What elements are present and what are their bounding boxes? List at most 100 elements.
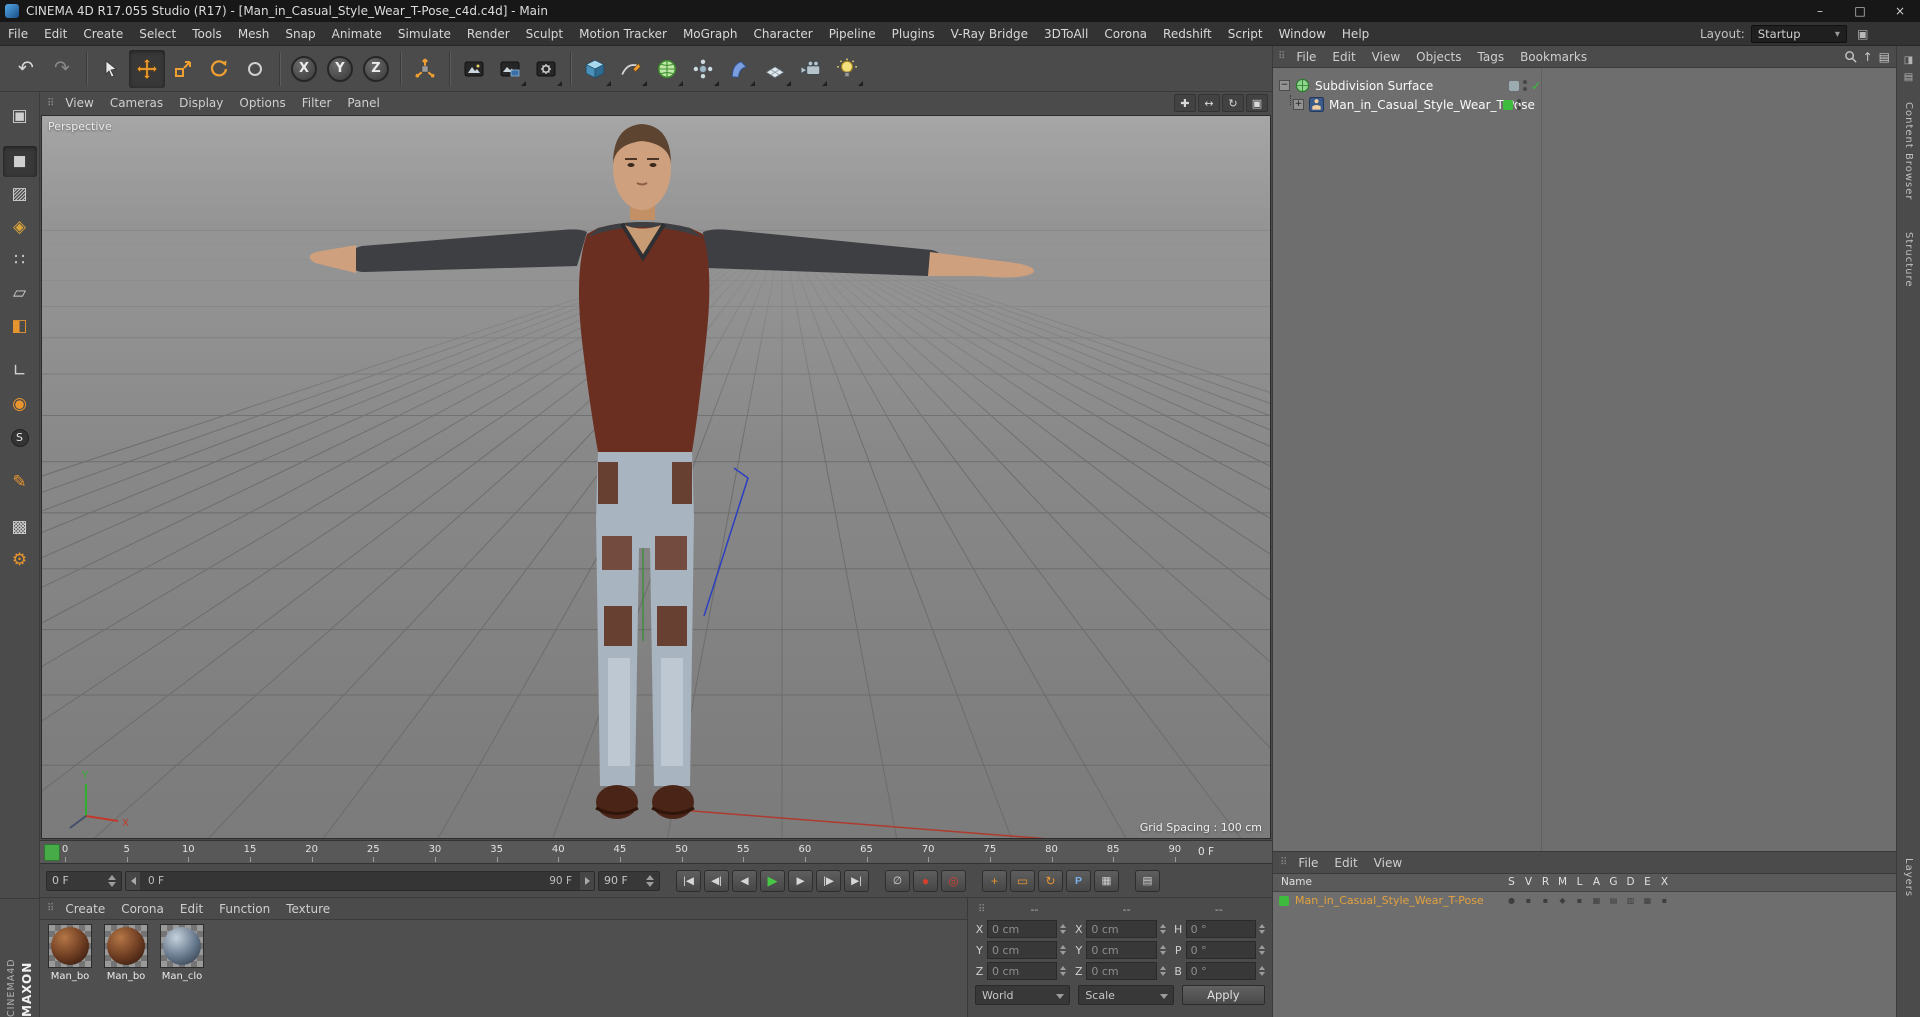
size-mode-dropdown[interactable]: Scale bbox=[1078, 985, 1174, 1005]
visibility-dots[interactable] bbox=[1517, 99, 1521, 110]
render-view-button[interactable] bbox=[456, 50, 492, 88]
apply-button[interactable]: Apply bbox=[1181, 985, 1265, 1005]
layer-color-swatch[interactable] bbox=[1279, 895, 1289, 906]
coordinate-space-dropdown[interactable]: World bbox=[975, 985, 1071, 1005]
expand-icon[interactable]: + bbox=[1293, 99, 1304, 110]
layer-menu-item[interactable]: Edit bbox=[1326, 856, 1365, 870]
menubar-item[interactable]: Sculpt bbox=[518, 22, 571, 46]
gear-button[interactable]: ⚙ bbox=[3, 545, 37, 576]
end-frame-field[interactable]: 90 F bbox=[598, 870, 660, 891]
object-manager-menu-item[interactable]: View bbox=[1364, 50, 1408, 64]
size-input[interactable]: 0 cm bbox=[1086, 962, 1157, 980]
object-tree[interactable]: − Subdivision Surface ✓ + Man_in_Casual_… bbox=[1273, 68, 1896, 851]
autokey-button[interactable]: ◎ bbox=[941, 869, 966, 892]
menubar-item[interactable]: Create bbox=[75, 22, 131, 46]
grip-icon[interactable]: ⠿ bbox=[44, 98, 57, 109]
menubar-item[interactable]: Tools bbox=[184, 22, 230, 46]
zoom-view-icon[interactable]: ↔ bbox=[1198, 94, 1220, 112]
object-manager-menu-item[interactable]: Tags bbox=[1470, 50, 1513, 64]
pan-view-icon[interactable]: ✚ bbox=[1174, 94, 1196, 112]
menubar-item[interactable]: Edit bbox=[36, 22, 75, 46]
menubar-item[interactable]: Select bbox=[131, 22, 184, 46]
points-mode-button[interactable]: ∷ bbox=[3, 245, 37, 276]
menubar-item[interactable]: Redshift bbox=[1155, 22, 1220, 46]
menubar-item[interactable]: MoGraph bbox=[675, 22, 746, 46]
spinner-icon[interactable] bbox=[1159, 966, 1166, 976]
menubar-item[interactable]: Motion Tracker bbox=[571, 22, 675, 46]
menubar-item[interactable]: Character bbox=[745, 22, 820, 46]
render-settings-button[interactable] bbox=[528, 50, 564, 88]
size-input[interactable]: 0 cm bbox=[1086, 920, 1157, 938]
layer-toggle-icon[interactable]: ▪ bbox=[1656, 896, 1673, 905]
coordinate-system-toggle[interactable] bbox=[407, 50, 443, 88]
enabled-check-icon[interactable]: ✓ bbox=[1531, 79, 1541, 93]
texture-axis-mode-button[interactable]: ◈ bbox=[3, 212, 37, 243]
layer-toggle-icon[interactable]: ▪ bbox=[1520, 896, 1537, 905]
pin-icon[interactable]: ◨ bbox=[1904, 55, 1913, 66]
menubar-item[interactable]: 3DToAll bbox=[1036, 22, 1096, 46]
rotation-input[interactable]: 0 ° bbox=[1185, 941, 1256, 959]
menubar-item[interactable]: Corona bbox=[1096, 22, 1155, 46]
menubar-item[interactable]: Render bbox=[459, 22, 518, 46]
material-menu-item[interactable]: Texture bbox=[278, 902, 338, 916]
record-parameter-toggle[interactable]: P bbox=[1066, 869, 1091, 892]
go-to-end-button[interactable]: ▶| bbox=[844, 869, 869, 892]
spinner-icon[interactable] bbox=[1258, 966, 1265, 976]
object-row-subdivision-surface[interactable]: − Subdivision Surface ✓ bbox=[1279, 76, 1541, 95]
side-tab[interactable]: Content Browser bbox=[1903, 102, 1914, 200]
close-button[interactable]: × bbox=[1880, 0, 1920, 22]
y-axis-lock-button[interactable]: Y bbox=[322, 50, 358, 88]
make-editable-button[interactable]: ▣ bbox=[3, 101, 37, 132]
record-position-toggle[interactable]: + bbox=[982, 869, 1007, 892]
redo-button[interactable]: ↷ bbox=[44, 50, 80, 88]
spinner-icon[interactable] bbox=[1060, 924, 1067, 934]
spinner-icon[interactable] bbox=[108, 874, 116, 887]
position-input[interactable]: 0 cm bbox=[987, 962, 1058, 980]
layer-menu-item[interactable]: File bbox=[1290, 856, 1326, 870]
menubar-item[interactable]: Plugins bbox=[884, 22, 943, 46]
paint-tool-button[interactable]: ✎ bbox=[3, 467, 37, 498]
object-manager-menu-item[interactable]: Objects bbox=[1408, 50, 1469, 64]
menubar-item[interactable]: Snap bbox=[277, 22, 323, 46]
viewport-menu-item[interactable]: View bbox=[57, 96, 101, 110]
subdivision-surface-menu[interactable] bbox=[649, 50, 685, 88]
go-to-start-button[interactable]: |◀ bbox=[676, 869, 701, 892]
next-key-button[interactable]: |▶ bbox=[816, 869, 841, 892]
material-item[interactable]: Man_clo bbox=[156, 924, 208, 982]
manager-layout-icon[interactable]: ▤ bbox=[1879, 50, 1890, 64]
maximize-button[interactable]: □ bbox=[1840, 0, 1880, 22]
viewport-canvas[interactable]: Y X Perspective Grid Spacing : 100 cm bbox=[41, 115, 1271, 839]
render-to-picture-viewer-button[interactable] bbox=[492, 50, 528, 88]
grip-icon[interactable]: ⠿ bbox=[1275, 51, 1288, 62]
menubar-item[interactable]: Window bbox=[1271, 22, 1334, 46]
rotate-view-icon[interactable]: ↻ bbox=[1222, 94, 1244, 112]
display-tag-icon[interactable] bbox=[1509, 80, 1519, 91]
camera-label[interactable]: Perspective bbox=[48, 120, 112, 133]
texture-tag-icon[interactable] bbox=[1503, 99, 1513, 110]
layer-toggle-icon[interactable]: ▥ bbox=[1622, 896, 1639, 905]
spline-pen-menu[interactable] bbox=[613, 50, 649, 88]
deformer-menu[interactable] bbox=[721, 50, 757, 88]
environment-floor-menu[interactable] bbox=[757, 50, 793, 88]
keyframe-presets-button[interactable]: ▤ bbox=[1135, 869, 1160, 892]
scale-tool[interactable] bbox=[165, 50, 201, 88]
position-input[interactable]: 0 cm bbox=[987, 941, 1058, 959]
spinner-icon[interactable] bbox=[1159, 945, 1166, 955]
menubar-item[interactable]: Pipeline bbox=[821, 22, 884, 46]
menubar-item[interactable]: Mesh bbox=[230, 22, 278, 46]
visibility-dots[interactable] bbox=[1523, 80, 1527, 91]
x-axis-lock-button[interactable]: X bbox=[286, 50, 322, 88]
material-item[interactable]: Man_bo bbox=[100, 924, 152, 982]
keyframe-selection-button[interactable]: ∅ bbox=[885, 869, 910, 892]
viewport-menu-item[interactable]: Cameras bbox=[102, 96, 171, 110]
viewport-solo-button[interactable]: ◉ bbox=[3, 389, 37, 420]
camera-menu[interactable] bbox=[793, 50, 829, 88]
workplane-lock-button[interactable]: ▩ bbox=[3, 512, 37, 543]
record-pla-toggle[interactable]: ▦ bbox=[1094, 869, 1119, 892]
object-manager-menu-item[interactable]: File bbox=[1288, 50, 1324, 64]
spinner-icon[interactable] bbox=[1258, 924, 1265, 934]
timeline-range-slider[interactable]: 0 F 90 F bbox=[125, 870, 595, 891]
menubar-item[interactable]: File bbox=[0, 22, 36, 46]
light-menu[interactable] bbox=[829, 50, 865, 88]
material-menu-item[interactable]: Edit bbox=[172, 902, 211, 916]
